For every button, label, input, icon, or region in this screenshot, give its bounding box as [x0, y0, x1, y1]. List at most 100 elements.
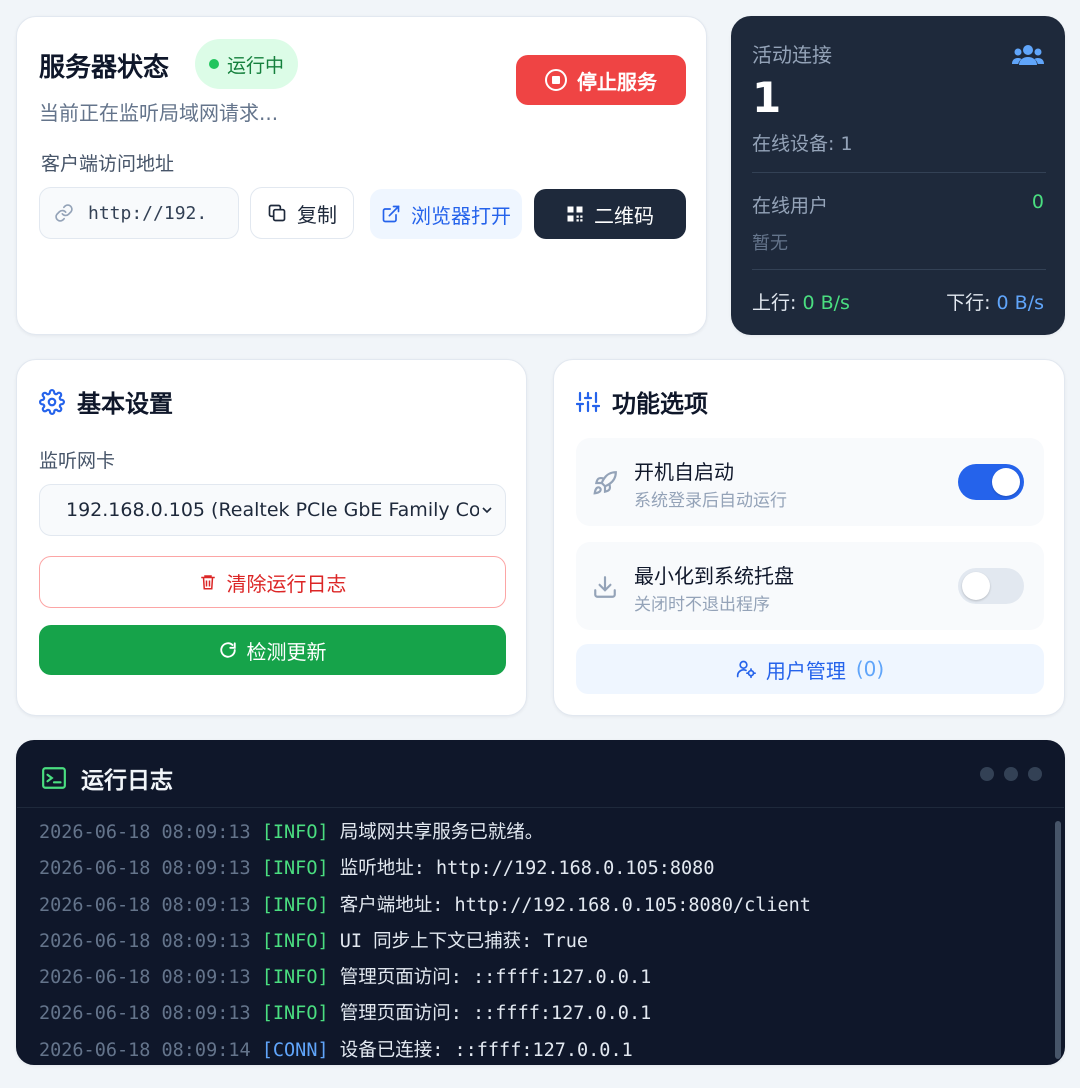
- toggle-knob: [962, 572, 990, 600]
- basic-settings-title: 基本设置: [77, 390, 173, 418]
- stop-service-button[interactable]: 停止服务: [516, 55, 686, 105]
- online-users-label: 在线用户: [752, 195, 829, 217]
- qrcode-icon: [567, 206, 583, 222]
- download-value: 0 B/s: [996, 292, 1044, 314]
- qrcode-button[interactable]: 二维码: [534, 189, 686, 239]
- log-title: 运行日志: [81, 768, 173, 794]
- window-dots: [980, 767, 1042, 781]
- log-message: 客户端地址: http://192.168.0.105:8080/client: [339, 894, 811, 916]
- log-message: 管理页面访问: ::ffff:127.0.0.1: [339, 1003, 652, 1025]
- log-timestamp: 2026-06-18 08:09:13: [39, 894, 251, 916]
- option-minimize-tray: 最小化到系统托盘 关闭时不退出程序: [576, 542, 1044, 630]
- client-url-box: [39, 187, 239, 239]
- option-autostart-desc: 系统登录后自动运行: [634, 491, 787, 511]
- online-users-count: 0: [1031, 191, 1044, 213]
- nic-select-value: 192.168.0.105 (Realtek PCIe GbE Family C…: [66, 499, 479, 521]
- upload-label: 上行:: [752, 292, 803, 314]
- copy-label: 复制: [297, 202, 337, 227]
- copy-icon: [268, 204, 286, 222]
- log-message: UI 同步上下文已捕获: True: [339, 930, 588, 952]
- dot: [1028, 767, 1042, 781]
- log-timestamp: 2026-06-18 08:09:13: [39, 967, 251, 989]
- nic-select[interactable]: 192.168.0.105 (Realtek PCIe GbE Family C…: [39, 484, 506, 536]
- trash-icon: [200, 575, 215, 590]
- log-line: 2026-06-18 08:09:13 [INFO] 管理页面访问: ::fff…: [39, 996, 1039, 1032]
- user-management-button[interactable]: 用户管理 (0): [576, 644, 1044, 694]
- log-message: 管理页面访问: ::ffff:127.0.0.1: [339, 967, 652, 989]
- log-timestamp: 2026-06-18 08:09:14: [39, 1039, 251, 1061]
- log-title-wrap: 运行日志: [41, 761, 173, 795]
- rocket-icon: [593, 471, 617, 495]
- dot: [980, 767, 994, 781]
- active-connection-count: 1: [752, 73, 782, 122]
- check-update-label: 检测更新: [246, 639, 327, 664]
- autostart-toggle[interactable]: [958, 464, 1024, 500]
- download-icon: [594, 576, 616, 598]
- basic-settings-card: 基本设置 监听网卡 192.168.0.105 (Realtek PCIe Gb…: [16, 359, 527, 716]
- user-management-count: (0): [855, 657, 885, 681]
- online-users-empty: 暂无: [752, 233, 788, 254]
- nic-label: 监听网卡: [39, 450, 116, 472]
- copy-button[interactable]: 复制: [250, 187, 354, 239]
- log-line: 2026-06-18 08:09:13 [INFO] 客户端地址: http:/…: [39, 888, 1039, 924]
- log-timestamp: 2026-06-18 08:09:13: [39, 858, 251, 880]
- sliders-icon: [576, 391, 600, 412]
- log-message: 监听地址: http://192.168.0.105:8080: [339, 858, 715, 880]
- dot: [1004, 767, 1018, 781]
- status-subtitle: 当前正在监听局域网请求...: [39, 101, 279, 125]
- log-timestamp: 2026-06-18 08:09:13: [39, 822, 251, 843]
- activity-title: 活动连接: [752, 43, 832, 67]
- external-link-icon: [382, 205, 400, 223]
- log-message: 局域网共享服务已就绪。: [339, 822, 544, 843]
- activity-card: 活动连接 1 在线设备: 1 在线用户 0 暂无 上行: 0 B/s 下行: 0…: [731, 16, 1065, 335]
- log-level: [INFO]: [261, 930, 329, 952]
- log-line: 2026-06-18 08:09:13 [INFO] UI 同步上下文已捕获: …: [39, 924, 1039, 960]
- divider: [752, 172, 1046, 173]
- log-timestamp: 2026-06-18 08:09:13: [39, 930, 251, 952]
- upload-speed: 上行: 0 B/s: [752, 288, 850, 315]
- online-devices: 在线设备: 1: [752, 133, 853, 155]
- download-speed: 下行: 0 B/s: [946, 288, 1044, 315]
- server-status-card: 服务器状态 运行中 当前正在监听局域网请求... 停止服务 客户端访问地址 复制…: [16, 16, 707, 335]
- log-scrollbar[interactable]: [1055, 821, 1061, 1059]
- stop-service-label: 停止服务: [577, 69, 657, 94]
- server-status-title: 服务器状态: [39, 53, 170, 83]
- terminal-icon: [42, 767, 66, 789]
- log-level: [INFO]: [261, 858, 329, 880]
- open-browser-label: 浏览器打开: [411, 203, 511, 228]
- stop-circle-icon: [545, 69, 567, 91]
- status-dot: [209, 59, 219, 69]
- option-minimize-tray-title: 最小化到系统托盘: [634, 564, 794, 588]
- upload-value: 0 B/s: [802, 292, 850, 314]
- features-header: 功能选项: [576, 384, 708, 419]
- log-level: [INFO]: [261, 822, 329, 843]
- user-management-label: 用户管理: [765, 658, 846, 683]
- status-badge: 运行中: [195, 39, 299, 89]
- log-level: [INFO]: [261, 967, 329, 989]
- download-label: 下行:: [946, 292, 997, 314]
- chevron-down-icon: [482, 507, 492, 514]
- log-body: 2026-06-18 08:09:13 [INFO] 局域网共享服务已就绪。 20…: [39, 815, 1039, 1064]
- open-browser-button[interactable]: 浏览器打开: [370, 189, 522, 239]
- log-level: [INFO]: [261, 1003, 329, 1025]
- option-autostart: 开机自启动 系统登录后自动运行: [576, 438, 1044, 526]
- gear-icon: [39, 388, 65, 415]
- log-panel: 运行日志 2026-06-18 08:09:13 [INFO] 局域网共享服务已…: [16, 740, 1065, 1065]
- log-level: [CONN]: [261, 1039, 329, 1061]
- check-update-button[interactable]: 检测更新: [39, 625, 506, 675]
- log-level: [INFO]: [261, 894, 329, 916]
- log-line: 2026-06-18 08:09:14 [CONN] 设备已连接: ::ffff…: [39, 1033, 1039, 1064]
- client-url-input[interactable]: [88, 202, 228, 224]
- option-minimize-tray-desc: 关闭时不退出程序: [634, 595, 770, 615]
- features-title: 功能选项: [612, 390, 708, 418]
- client-url-label: 客户端访问地址: [41, 153, 175, 175]
- log-line: 2026-06-18 08:09:13 [INFO] 管理页面访问: ::fff…: [39, 960, 1039, 996]
- basic-settings-header: 基本设置: [39, 384, 173, 419]
- clear-log-button[interactable]: 清除运行日志: [39, 556, 506, 608]
- user-cog-icon: [736, 660, 756, 679]
- log-header: 运行日志: [17, 741, 1064, 808]
- minimize-tray-toggle[interactable]: [958, 568, 1024, 604]
- status-badge-label: 运行中: [227, 54, 285, 77]
- log-message: 设备已连接: ::ffff:127.0.0.1: [339, 1039, 633, 1061]
- qrcode-label: 二维码: [594, 203, 654, 228]
